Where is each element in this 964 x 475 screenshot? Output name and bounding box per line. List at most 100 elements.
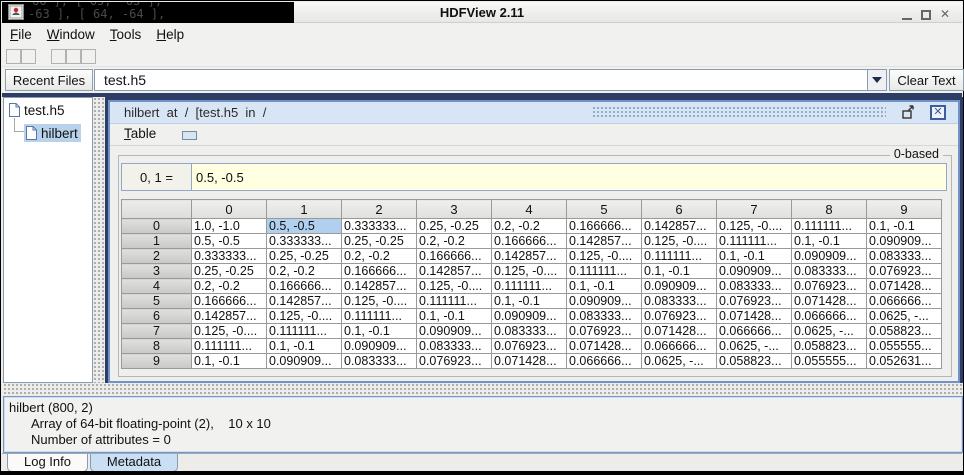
filename-combobox[interactable]: test.h5 — [94, 69, 887, 91]
cell-1-8[interactable]: 0.1, -0.1 — [792, 234, 867, 249]
cell-8-6[interactable]: 0.066666... — [642, 339, 717, 354]
cell-0-5[interactable]: 0.166666... — [567, 219, 642, 234]
row-header-9[interactable]: 9 — [122, 354, 192, 369]
cell-7-7[interactable]: 0.066666... — [717, 324, 792, 339]
close-icon[interactable]: ✕ — [940, 7, 950, 21]
cell-1-7[interactable]: 0.111111... — [717, 234, 792, 249]
cell-8-5[interactable]: 0.071428... — [567, 339, 642, 354]
cell-6-2[interactable]: 0.111111... — [342, 309, 417, 324]
tree-item-root-file[interactable]: test.h5 — [8, 102, 65, 118]
cell-2-4[interactable]: 0.142857... — [492, 249, 567, 264]
cell-5-9[interactable]: 0.066666... — [867, 294, 942, 309]
cell-0-6[interactable]: 0.142857... — [642, 219, 717, 234]
cell-0-2[interactable]: 0.333333... — [342, 219, 417, 234]
cell-7-1[interactable]: 0.111111... — [267, 324, 342, 339]
toolbar-button-1[interactable] — [6, 49, 21, 64]
cell-7-5[interactable]: 0.076923... — [567, 324, 642, 339]
cell-8-1[interactable]: 0.1, -0.1 — [267, 339, 342, 354]
cell-3-4[interactable]: 0.125, -0.... — [492, 264, 567, 279]
cell-4-9[interactable]: 0.071428... — [867, 279, 942, 294]
cell-6-3[interactable]: 0.1, -0.1 — [417, 309, 492, 324]
cell-6-8[interactable]: 0.066666... — [792, 309, 867, 324]
row-header-8[interactable]: 8 — [122, 339, 192, 354]
cell-7-9[interactable]: 0.058823... — [867, 324, 942, 339]
cell-9-4[interactable]: 0.071428... — [492, 354, 567, 369]
cell-7-2[interactable]: 0.1, -0.1 — [342, 324, 417, 339]
cell-4-6[interactable]: 0.090909... — [642, 279, 717, 294]
cell-5-8[interactable]: 0.071428... — [792, 294, 867, 309]
cell-0-4[interactable]: 0.2, -0.2 — [492, 219, 567, 234]
cell-7-4[interactable]: 0.083333... — [492, 324, 567, 339]
vertical-splitter[interactable] — [93, 97, 105, 383]
horizontal-splitter[interactable] — [3, 383, 963, 396]
column-header-0[interactable]: 0 — [192, 200, 267, 219]
cell-8-8[interactable]: 0.058823... — [792, 339, 867, 354]
cell-5-1[interactable]: 0.142857... — [267, 294, 342, 309]
cell-2-0[interactable]: 0.333333... — [192, 249, 267, 264]
cell-8-9[interactable]: 0.055555... — [867, 339, 942, 354]
cell-3-5[interactable]: 0.111111... — [567, 264, 642, 279]
cell-2-8[interactable]: 0.090909... — [792, 249, 867, 264]
cell-2-9[interactable]: 0.083333... — [867, 249, 942, 264]
toolbar-button-2[interactable] — [21, 49, 36, 64]
row-header-4[interactable]: 4 — [122, 279, 192, 294]
cell-8-4[interactable]: 0.076923... — [492, 339, 567, 354]
cell-0-1[interactable]: 0.5, -0.5 — [267, 219, 342, 234]
cell-5-6[interactable]: 0.083333... — [642, 294, 717, 309]
cell-5-5[interactable]: 0.090909... — [567, 294, 642, 309]
cell-7-0[interactable]: 0.125, -0.... — [192, 324, 267, 339]
column-header-1[interactable]: 1 — [267, 200, 342, 219]
cell-7-6[interactable]: 0.071428... — [642, 324, 717, 339]
column-header-4[interactable]: 4 — [492, 200, 567, 219]
cell-3-9[interactable]: 0.076923... — [867, 264, 942, 279]
frame-close-icon[interactable]: ✕ — [930, 105, 946, 120]
filename-value[interactable]: test.h5 — [95, 70, 886, 90]
column-header-9[interactable]: 9 — [867, 200, 942, 219]
tab-metadata[interactable]: Metadata — [90, 454, 178, 472]
cell-4-2[interactable]: 0.142857... — [342, 279, 417, 294]
cell-5-2[interactable]: 0.125, -0.... — [342, 294, 417, 309]
cell-1-5[interactable]: 0.142857... — [567, 234, 642, 249]
cell-2-2[interactable]: 0.2, -0.2 — [342, 249, 417, 264]
column-header-3[interactable]: 3 — [417, 200, 492, 219]
column-header-8[interactable]: 8 — [792, 200, 867, 219]
combobox-dropdown-button[interactable] — [867, 70, 886, 90]
cell-5-4[interactable]: 0.1, -0.1 — [492, 294, 567, 309]
cell-4-7[interactable]: 0.083333... — [717, 279, 792, 294]
cell-0-7[interactable]: 0.125, -0.... — [717, 219, 792, 234]
tab-log-info[interactable]: Log Info — [7, 454, 88, 472]
cell-9-3[interactable]: 0.076923... — [417, 354, 492, 369]
cell-7-8[interactable]: 0.0625, -... — [792, 324, 867, 339]
cell-4-1[interactable]: 0.166666... — [267, 279, 342, 294]
cell-value-input[interactable]: 0.5, -0.5 — [192, 164, 946, 190]
column-header-6[interactable]: 6 — [642, 200, 717, 219]
cell-7-3[interactable]: 0.090909... — [417, 324, 492, 339]
cell-5-3[interactable]: 0.111111... — [417, 294, 492, 309]
cell-3-7[interactable]: 0.090909... — [717, 264, 792, 279]
column-header-5[interactable]: 5 — [567, 200, 642, 219]
cell-6-9[interactable]: 0.0625, -... — [867, 309, 942, 324]
cell-5-7[interactable]: 0.076923... — [717, 294, 792, 309]
minimize-icon[interactable] — [902, 8, 912, 20]
menu-file[interactable]: File — [10, 27, 32, 42]
row-header-3[interactable]: 3 — [122, 264, 192, 279]
cell-1-0[interactable]: 0.5, -0.5 — [192, 234, 267, 249]
cell-2-7[interactable]: 0.1, -0.1 — [717, 249, 792, 264]
cell-2-6[interactable]: 0.111111... — [642, 249, 717, 264]
cell-9-0[interactable]: 0.1, -0.1 — [192, 354, 267, 369]
menu-window[interactable]: Window — [47, 27, 95, 42]
cell-1-9[interactable]: 0.090909... — [867, 234, 942, 249]
cell-8-2[interactable]: 0.090909... — [342, 339, 417, 354]
row-header-7[interactable]: 7 — [122, 324, 192, 339]
row-header-6[interactable]: 6 — [122, 309, 192, 324]
cell-3-3[interactable]: 0.142857... — [417, 264, 492, 279]
cell-0-0[interactable]: 1.0, -1.0 — [192, 219, 267, 234]
cell-9-5[interactable]: 0.066666... — [567, 354, 642, 369]
toolbar-button-4[interactable] — [66, 49, 81, 64]
cell-5-0[interactable]: 0.166666... — [192, 294, 267, 309]
frame-restore-icon[interactable] — [900, 105, 916, 120]
tree-item-dataset-hilbert[interactable]: hilbert — [24, 124, 81, 142]
cell-8-0[interactable]: 0.111111... — [192, 339, 267, 354]
cell-0-8[interactable]: 0.111111... — [792, 219, 867, 234]
cell-1-2[interactable]: 0.25, -0.25 — [342, 234, 417, 249]
